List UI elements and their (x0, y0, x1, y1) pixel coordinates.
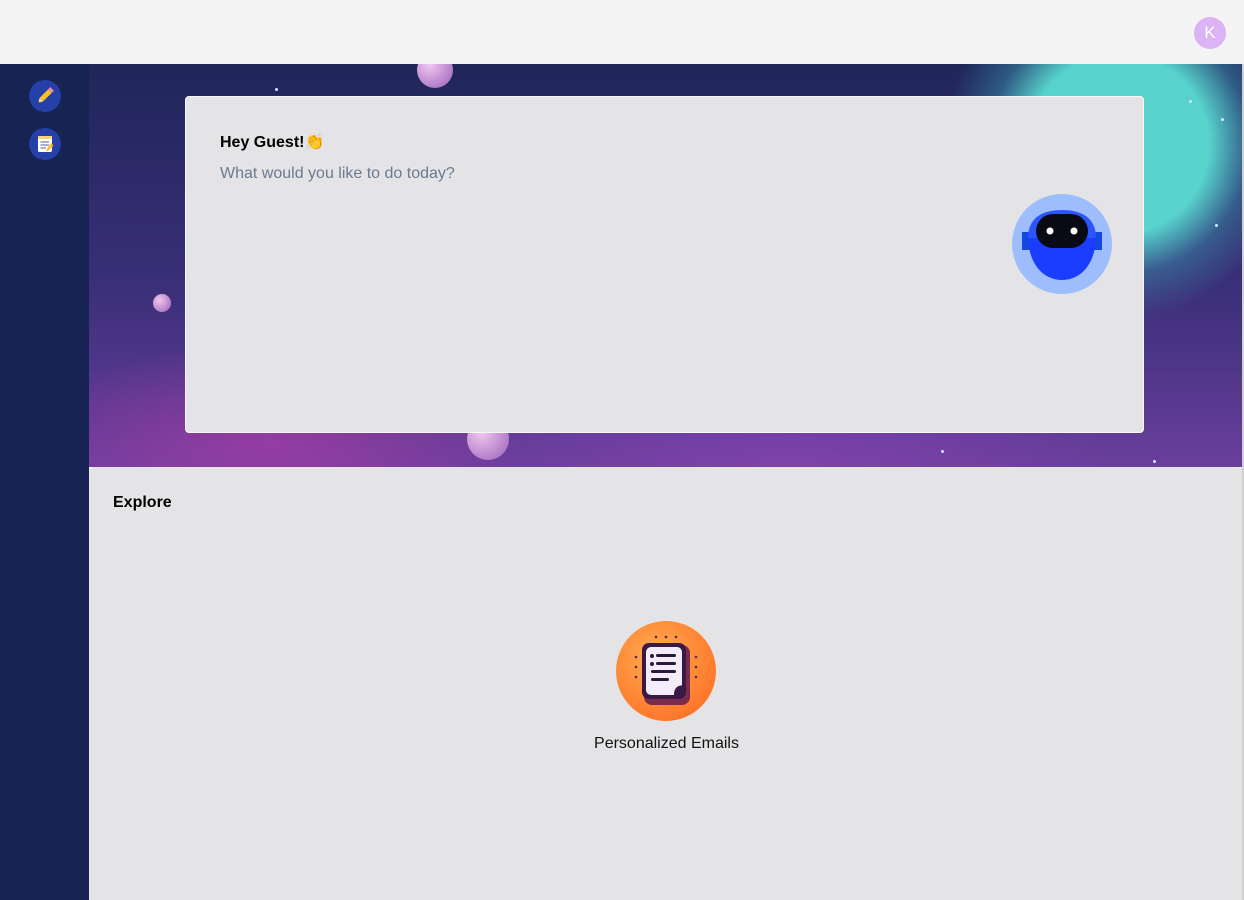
user-avatar[interactable]: K (1194, 17, 1226, 49)
explore-title: Explore (113, 494, 172, 511)
greeting-card: Hey Guest!👏 What would you like to do to… (185, 96, 1144, 433)
assistant-avatar[interactable] (1012, 194, 1112, 294)
top-bar: K (0, 0, 1244, 64)
greeting-title: Hey Guest!👏 (220, 132, 324, 152)
decorative-star (1221, 118, 1224, 121)
sidebar (0, 64, 89, 900)
decorative-star (275, 88, 278, 91)
robot-icon (1022, 210, 1102, 280)
sidebar-item-documents[interactable] (29, 128, 61, 160)
sidebar-item-new-writing[interactable] (29, 80, 61, 112)
decorative-planet (153, 294, 171, 312)
greeting-text: Hey Guest! (220, 134, 305, 151)
tool-icon-container (616, 621, 716, 721)
tool-personalized-emails[interactable]: Personalized Emails (579, 621, 754, 761)
pencil-icon (37, 87, 54, 104)
tool-label: Personalized Emails (594, 735, 739, 752)
explore-section: Explore Personalized Emails (89, 467, 1244, 900)
decorative-star (1189, 100, 1192, 103)
decorative-star (941, 450, 944, 453)
decorative-star (1215, 224, 1218, 227)
greeting-subtitle: What would you like to do today? (220, 165, 455, 182)
decorative-star (1153, 460, 1156, 463)
memo-icon (38, 136, 54, 152)
clapping-hands-icon: 👏 (304, 134, 325, 151)
decorative-planet (417, 64, 453, 88)
document-icon (634, 635, 698, 705)
